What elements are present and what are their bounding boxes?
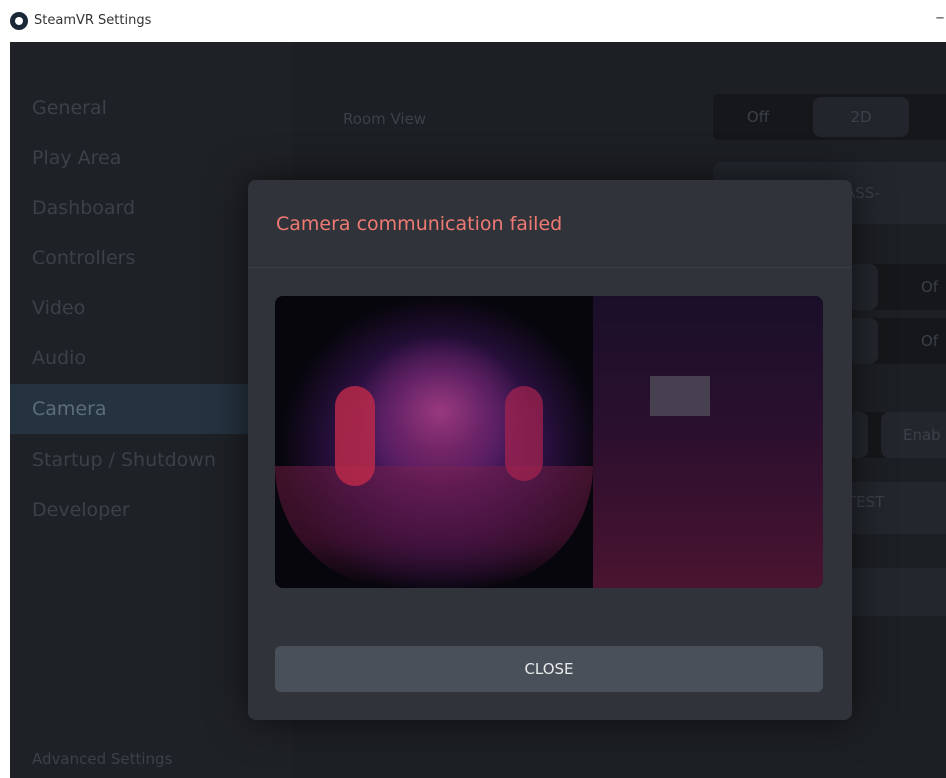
camera-preview-image <box>275 296 823 588</box>
sidebar-item-general[interactable]: General <box>10 83 293 133</box>
minimize-icon[interactable]: – <box>934 8 946 28</box>
room-view-2d-option[interactable]: 2D <box>813 97 909 137</box>
camera-toggle-2-off-knob[interactable] <box>848 318 878 364</box>
sidebar-item-play-area[interactable]: Play Area <box>10 133 293 183</box>
window-title: SteamVR Settings <box>34 13 152 28</box>
camera-toggle-1-label: Of <box>921 264 946 310</box>
camera-arm-left <box>335 386 375 486</box>
room-view-toggle: Off 2D <box>713 94 946 140</box>
dialog-header: Camera communication failed <box>248 180 852 268</box>
room-view-off-option[interactable]: Off <box>723 94 793 140</box>
camera-error-dialog: Camera communication failed CLOSE <box>248 180 852 720</box>
room-view-label: Room View <box>343 110 427 128</box>
camera-arm-right <box>505 386 543 481</box>
steamvr-logo-icon <box>10 12 28 30</box>
title-bar: SteamVR Settings – <box>0 0 946 42</box>
camera-toggle-2-label: Of <box>921 318 946 364</box>
dialog-title: Camera communication failed <box>276 213 563 235</box>
camera-toggle-1-off-knob[interactable] <box>848 264 878 310</box>
advanced-settings-link[interactable]: Advanced Settings <box>32 750 172 768</box>
camera-background-screen <box>650 376 710 416</box>
camera-figure <box>355 336 525 486</box>
toggle-2-off-label: Of <box>921 332 939 350</box>
toggle-1-off-label: Of <box>921 278 939 296</box>
camera-enable-option[interactable]: Enab <box>881 412 946 458</box>
camera-right-lens <box>593 296 823 588</box>
close-button[interactable]: CLOSE <box>275 646 823 692</box>
camera-enable-label: Enab <box>903 426 941 444</box>
